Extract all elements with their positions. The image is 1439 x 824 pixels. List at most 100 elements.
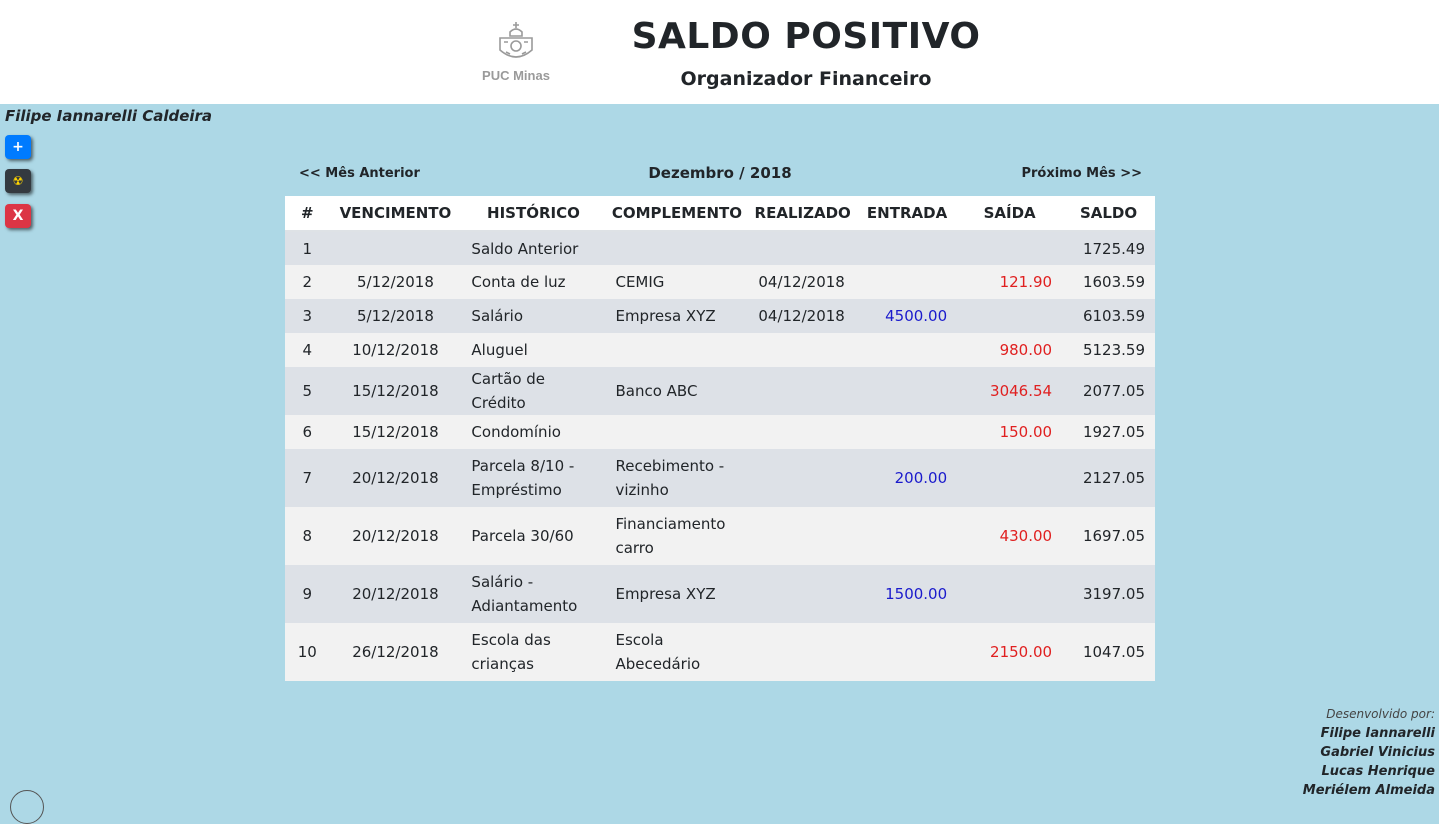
next-month-link[interactable]: Próximo Mês >> <box>1021 166 1142 181</box>
cell-saida: 121.90 <box>999 273 1053 291</box>
cell-saldo: 5123.59 <box>1082 341 1145 359</box>
cell-historico: Saldo Anterior <box>471 239 579 258</box>
cell-historico: Cartão de Crédito <box>471 370 546 412</box>
cell-vencimento: 26/12/2018 <box>352 643 439 661</box>
previous-month-link[interactable]: << Mês Anterior <box>299 166 420 181</box>
cell-saida: 150.00 <box>999 423 1053 441</box>
cell-historico: Aluguel <box>471 341 528 359</box>
table-row[interactable]: 2 5/12/2018 Conta de luz CEMIG 04/12/2018 121… <box>285 265 1155 299</box>
table-row[interactable]: 6 15/12/2018 Condomínio 150.00 1927.05 <box>285 415 1155 449</box>
cell-historico: Condomínio <box>471 423 561 441</box>
table-header-row: # VENCIMENTO HISTÓRICO COMPLEMENTO REALI… <box>285 196 1155 232</box>
cell-saldo: 2077.05 <box>1082 382 1145 400</box>
cell-historico: Salário <box>471 307 524 325</box>
ledger-body: 1 Saldo Anterior 1725.49 2 5/12/2018 Conta de… <box>285 231 1155 681</box>
table-row[interactable]: 5 15/12/2018 Cartão de Crédito Banco ABC 304… <box>285 367 1155 415</box>
header-saldo: SALDO <box>1062 196 1155 232</box>
cell-vencimento: 15/12/2018 <box>352 382 439 400</box>
header-vencimento: VENCIMENTO <box>329 196 462 232</box>
credit-name: Meriélem Almeida <box>1302 783 1435 798</box>
app-subtitle: Organizador Financeiro <box>680 68 932 90</box>
cell-realizado <box>748 333 857 367</box>
cell-complemento <box>605 415 748 449</box>
table-row[interactable]: 10 26/12/2018 Escola das crianças Escola Ab… <box>285 623 1155 681</box>
cell-number: 5 <box>302 382 312 400</box>
cell-entrada <box>857 333 957 367</box>
cell-complemento: CEMIG <box>615 273 665 291</box>
credit-name: Filipe Iannarelli <box>1320 726 1435 741</box>
cell-realizado <box>748 623 857 681</box>
cell-complemento: Banco ABC <box>615 382 698 400</box>
plus-icon: + <box>12 139 24 155</box>
cell-saldo: 1697.05 <box>1082 527 1145 545</box>
cell-complemento: Recebimento - vizinho <box>615 457 725 499</box>
header-complemento: COMPLEMENTO <box>605 196 749 232</box>
cell-realizado: 04/12/2018 <box>758 273 845 291</box>
cell-realizado <box>748 231 857 265</box>
cell-number: 4 <box>302 341 312 359</box>
cell-vencimento: 5/12/2018 <box>356 273 434 291</box>
month-title: Dezembro / 2018 <box>648 164 792 182</box>
table-row[interactable]: 7 20/12/2018 Parcela 8/10 - Empréstimo Rece… <box>285 449 1155 507</box>
cell-saida: 980.00 <box>999 341 1053 359</box>
cell-realizado <box>748 565 857 623</box>
cell-entrada <box>857 231 957 265</box>
cell-saldo: 1603.59 <box>1082 273 1145 291</box>
cell-entrada: 200.00 <box>894 469 948 487</box>
cell-saldo: 1927.05 <box>1082 423 1145 441</box>
close-button[interactable]: X <box>5 204 31 228</box>
table-row[interactable]: 8 20/12/2018 Parcela 30/60 Financiamento ca… <box>285 507 1155 565</box>
cell-historico: Parcela 30/60 <box>471 527 574 545</box>
cell-realizado <box>748 415 857 449</box>
cell-number: 10 <box>297 643 317 661</box>
cell-complemento: Financiamento carro <box>615 515 726 557</box>
cell-historico: Escola das crianças <box>471 631 551 673</box>
header-historico: HISTÓRICO <box>461 196 606 232</box>
credits: Desenvolvido por: Filipe Iannarelli Gabr… <box>1303 705 1435 800</box>
puc-minas-logo: PUC Minas <box>474 20 558 86</box>
cell-historico: Conta de luz <box>471 273 566 291</box>
cell-vencimento: 15/12/2018 <box>352 423 439 441</box>
cell-vencimento: 20/12/2018 <box>352 469 439 487</box>
cell-realizado <box>748 367 857 415</box>
cell-saldo: 3197.05 <box>1082 585 1145 603</box>
table-row[interactable]: 3 5/12/2018 Salário Empresa XYZ 04/12/2018 45… <box>285 299 1155 333</box>
cell-number: 7 <box>302 469 312 487</box>
puc-minas-crest-icon <box>499 22 533 58</box>
cell-saida <box>957 565 1062 623</box>
cell-historico: Parcela 8/10 - Empréstimo <box>471 457 575 499</box>
app-title: SALDO POSITIVO <box>631 16 981 57</box>
cell-vencimento: 5/12/2018 <box>356 307 434 325</box>
cell-saida <box>957 299 1062 333</box>
cell-entrada <box>857 623 957 681</box>
cell-vencimento: 20/12/2018 <box>352 585 439 603</box>
cell-entrada <box>857 415 957 449</box>
corner-circle-icon <box>10 790 44 824</box>
cell-complemento: Escola Abecedário <box>615 631 701 673</box>
cell-entrada <box>857 265 957 299</box>
credit-name: Gabriel Vinicius <box>1320 745 1435 760</box>
cell-saldo: 1047.05 <box>1082 643 1145 661</box>
logo-text: PUC Minas <box>482 68 550 83</box>
cell-complemento <box>605 231 748 265</box>
add-entry-button[interactable]: + <box>5 135 31 159</box>
header-entrada: ENTRADA <box>856 196 958 232</box>
cell-number: 2 <box>302 273 312 291</box>
ledger-table: # VENCIMENTO HISTÓRICO COMPLEMENTO REALI… <box>285 196 1155 681</box>
cell-entrada: 4500.00 <box>885 307 948 325</box>
table-row[interactable]: 9 20/12/2018 Salário - Adiantamento Empresa… <box>285 565 1155 623</box>
cell-number: 9 <box>302 585 312 603</box>
cell-complemento: Empresa XYZ <box>615 307 716 325</box>
cell-vencimento <box>329 231 461 265</box>
cell-saldo: 2127.05 <box>1082 469 1145 487</box>
cell-number: 3 <box>302 307 312 325</box>
cell-number: 8 <box>302 527 312 545</box>
cell-entrada: 1500.00 <box>885 585 948 603</box>
table-row[interactable]: 1 Saldo Anterior 1725.49 <box>285 231 1155 265</box>
cell-vencimento: 20/12/2018 <box>352 527 439 545</box>
cell-entrada <box>857 367 957 415</box>
table-row[interactable]: 4 10/12/2018 Aluguel 980.00 5123.59 <box>285 333 1155 367</box>
cell-realizado: 04/12/2018 <box>758 307 845 325</box>
cell-saida <box>957 449 1062 507</box>
clear-all-button[interactable]: ☢ <box>5 169 31 193</box>
